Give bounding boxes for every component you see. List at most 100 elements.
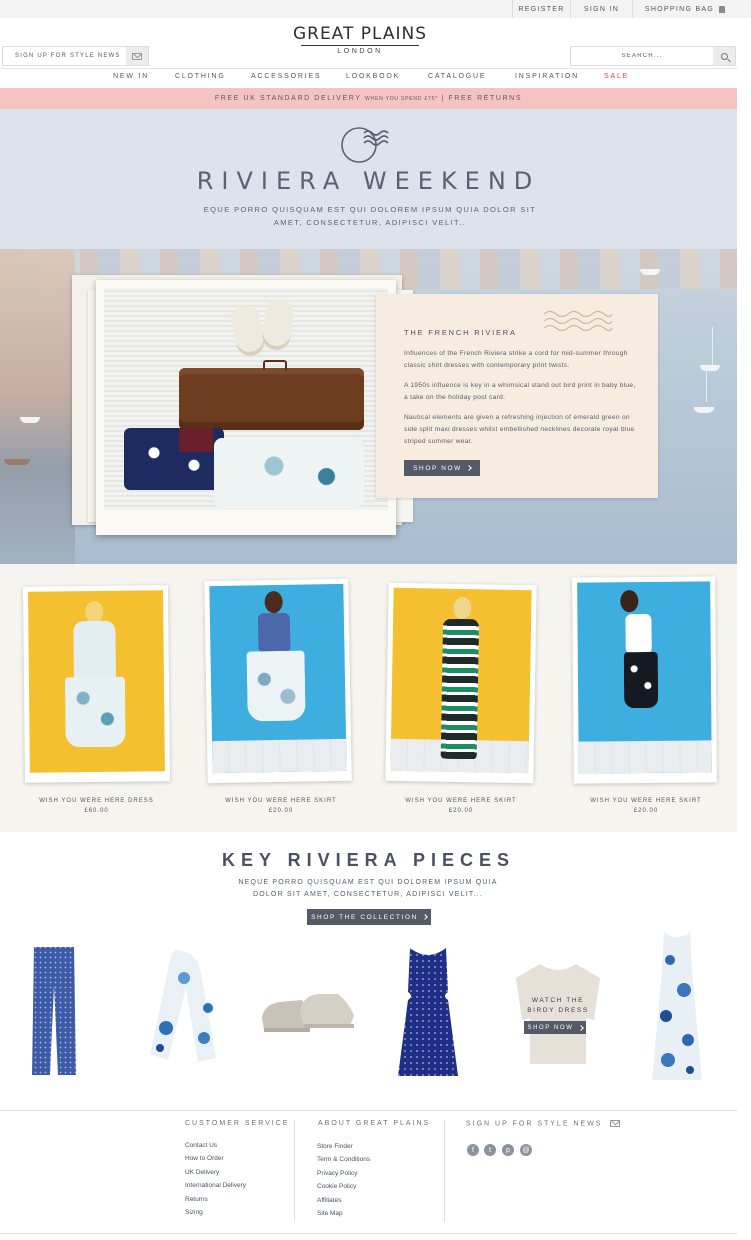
footer-link-affiliates[interactable]: Affiliates: [317, 1197, 341, 1204]
customer-service-heading: CUSTOMER SERVICE: [185, 1120, 290, 1127]
newsletter-signup-button[interactable]: [126, 47, 148, 65]
footer-divider: [294, 1120, 295, 1222]
shopping-bag-link[interactable]: SHOPPING BAG: [632, 0, 737, 18]
product-card[interactable]: [22, 585, 171, 783]
brogue-shoe: [229, 303, 267, 359]
twitter-icon[interactable]: t: [484, 1144, 496, 1156]
chevron-right-icon: [577, 1024, 584, 1031]
wooden-floor: [578, 740, 712, 774]
nav-item-inspiration[interactable]: INSPIRATION: [515, 73, 579, 80]
floral-maxi-dress-image[interactable]: [650, 930, 704, 1082]
envelope-icon: [132, 52, 142, 60]
sign-in-label: SIGN IN: [583, 5, 620, 13]
boat: [640, 269, 660, 275]
harbour-buildings: [0, 249, 75, 564]
brand-subtitle: LONDON: [337, 48, 383, 55]
shop-the-collection-label: SHOP THE COLLECTION: [311, 913, 418, 921]
promo-delivery: FREE UK STANDARD DELIVERY: [214, 95, 362, 102]
printed-skirt: [246, 650, 306, 722]
promo-returns: FREE RETURNS: [448, 95, 523, 102]
feature-polaroid: [96, 280, 396, 535]
footer-link-returns[interactable]: Returns: [185, 1196, 208, 1203]
sign-in-link[interactable]: SIGN IN: [570, 0, 632, 18]
register-link[interactable]: REGISTER: [512, 0, 570, 18]
footer-link-cookie-policy[interactable]: Cookie Policy: [317, 1183, 356, 1190]
wooden-floor: [212, 738, 347, 774]
shop-now-button[interactable]: SHOP NOW: [404, 460, 480, 476]
product-price: £20.00: [268, 808, 294, 814]
product-name[interactable]: WISH YOU WERE HERE SKIRT: [387, 796, 535, 806]
email-icon[interactable]: @: [520, 1144, 532, 1156]
logo-rule: [301, 45, 419, 46]
chevron-right-icon: [422, 914, 428, 920]
footer-link-sizing[interactable]: Sizing: [185, 1209, 203, 1216]
chevron-right-icon: [466, 465, 472, 471]
product-name[interactable]: WISH YOU WERE HERE SKIRT: [573, 796, 719, 806]
product-caption: WISH YOU WERE HERE SKIRT £20.00: [206, 796, 356, 816]
footer-link-privacy-policy[interactable]: Privacy Policy: [317, 1170, 357, 1177]
nav-item-clothing[interactable]: CLOTHING: [175, 73, 226, 80]
floral-scarf-image[interactable]: [146, 948, 222, 1066]
nav-item-accessories[interactable]: ACCESSORIES: [251, 73, 321, 80]
search-input[interactable]: [571, 47, 713, 65]
product-card[interactable]: [385, 582, 537, 784]
boat: [20, 417, 40, 423]
newsletter-signup[interactable]: SIGN UP FOR STYLE NEWS: [2, 46, 149, 66]
footer-link-international-delivery[interactable]: International Delivery: [185, 1182, 246, 1189]
hero-heading: RIVIERA WEEKEND: [196, 167, 541, 195]
suitcase-still-life-image: [104, 288, 388, 510]
hero-title-band: RIVIERA WEEKEND EQUE PORRO QUISQUAM EST …: [0, 109, 737, 249]
boat: [700, 365, 720, 371]
footer-bottom-rule: [0, 1233, 737, 1234]
model-hair: [85, 600, 104, 624]
brand-logo[interactable]: GREAT PLAINS LONDON: [290, 24, 430, 55]
nav-item-lookbook[interactable]: LOOKBOOK: [346, 73, 400, 80]
search-icon: [720, 52, 728, 60]
footer-signup-heading[interactable]: SIGN UP FOR STYLE NEWS: [466, 1120, 621, 1127]
footer-link-site-map[interactable]: Site Map: [317, 1210, 343, 1217]
promo-banner[interactable]: FREE UK STANDARD DELIVERY WHEN YOU SPEND…: [0, 88, 737, 109]
footer-link-uk-delivery[interactable]: UK Delivery: [185, 1169, 219, 1176]
dress-bodice: [73, 620, 116, 682]
print-skirt: [623, 651, 659, 709]
footer: [0, 1110, 737, 1234]
promo-delivery-condition: WHEN YOU SPEND £75*: [365, 96, 438, 102]
product-name[interactable]: WISH YOU WERE HERE SKIRT: [206, 796, 356, 806]
product-card[interactable]: [572, 576, 717, 784]
feature-paragraph: A 1950s influence is key in a whimsical …: [404, 382, 636, 401]
search-button[interactable]: [713, 47, 735, 65]
footer-link-store-finder[interactable]: Store Finder: [317, 1143, 353, 1150]
product-price: £20.00: [448, 808, 474, 814]
footer-link-how-to-order[interactable]: How to Order: [185, 1155, 224, 1162]
feature-card: THE FRENCH RIVIERA Influences of the Fre…: [376, 294, 658, 498]
nav-item-new-in[interactable]: NEW IN: [113, 73, 149, 80]
product-image: [28, 590, 165, 773]
newsletter-signup-label: SIGN UP FOR STYLE NEWS: [15, 53, 121, 59]
navy-polka-dress-image[interactable]: [396, 946, 460, 1080]
overlay-shop-now-button[interactable]: SHOP NOW: [524, 1021, 586, 1034]
striped-maxi-dress: [440, 618, 480, 760]
product-price: £20.00: [633, 808, 659, 814]
hero-lede: EQUE PORRO QUISQUAM EST QUI DOLOREM IPSU…: [203, 205, 537, 227]
nav-item-sale[interactable]: SALE: [604, 73, 629, 80]
postmark-icon: [341, 127, 389, 163]
passport: [179, 428, 213, 452]
floral-print-fabric: [214, 438, 364, 508]
nav-item-catalogue[interactable]: CATALOGUE: [428, 73, 486, 80]
overlay-line1: WATCH THE: [531, 997, 585, 1004]
product-image: [209, 583, 347, 774]
envelope-icon: [610, 1120, 621, 1127]
facebook-icon[interactable]: f: [467, 1144, 479, 1156]
white-top: [625, 613, 652, 655]
shop-the-collection-button[interactable]: SHOP THE COLLECTION: [307, 909, 431, 925]
footer-link-contact-us[interactable]: Contact Us: [185, 1142, 217, 1149]
patterned-trousers-image[interactable]: [28, 945, 80, 1079]
pinterest-icon[interactable]: p: [502, 1144, 514, 1156]
boat: [694, 407, 714, 413]
brogue-shoe: [260, 298, 296, 352]
product-name[interactable]: WISH YOU WERE HERE DRESS: [24, 796, 169, 806]
footer-link-terms[interactable]: Term & Conditions: [317, 1156, 370, 1163]
product-card[interactable]: [204, 578, 352, 784]
key-pieces-lede: NEQUE PORRO QUISQUAM EST QUI DOLOREM IPS…: [238, 879, 498, 898]
grey-brogues-image[interactable]: [258, 986, 358, 1036]
